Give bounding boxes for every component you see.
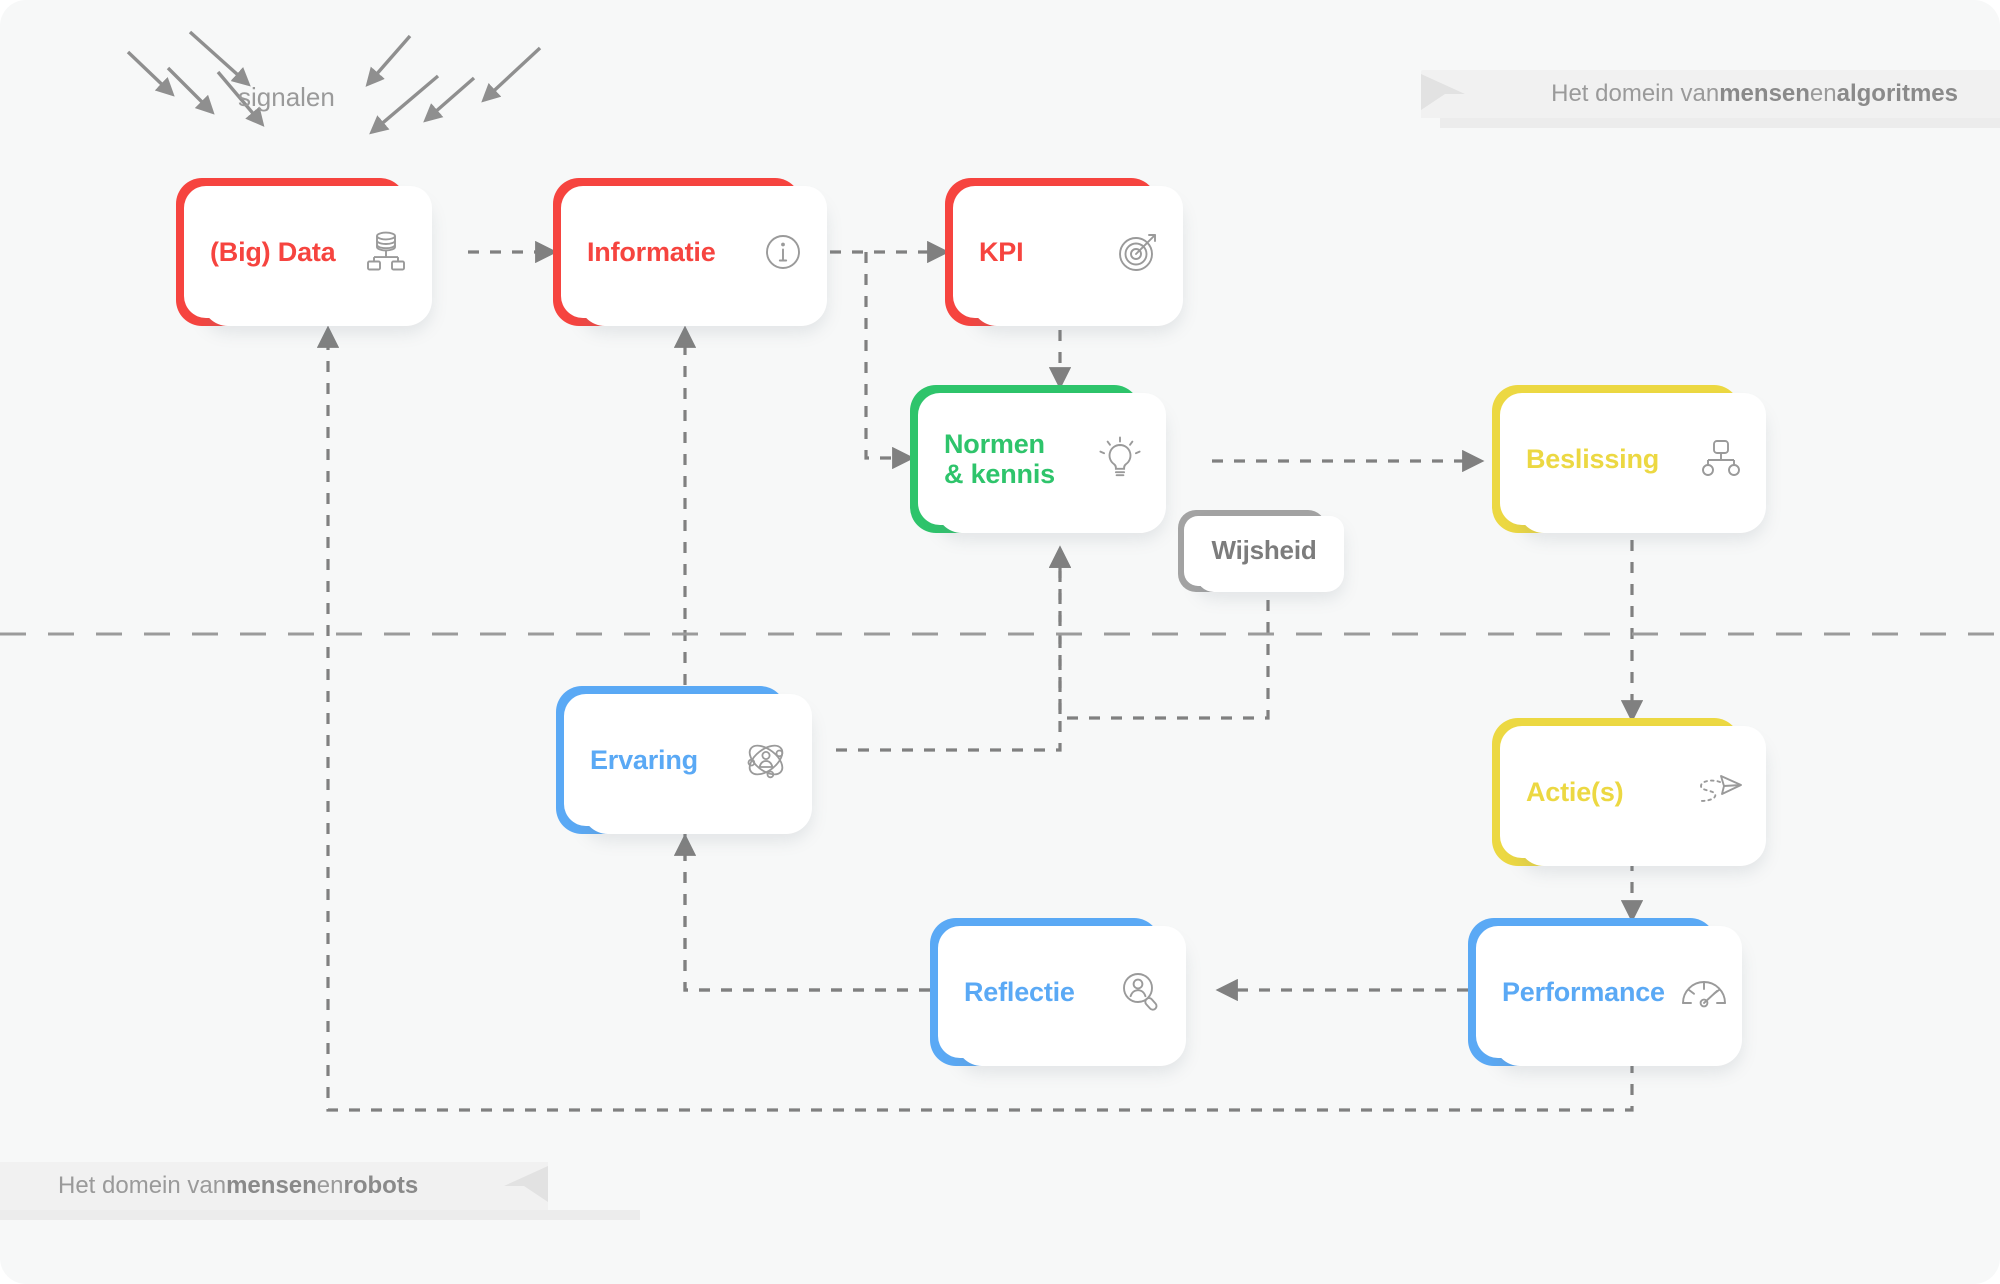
node-label-ervaring: Ervaring bbox=[590, 744, 698, 775]
ribbon-top-shadow bbox=[1440, 118, 2000, 128]
edge-ervaring-normen bbox=[836, 545, 1072, 752]
node-inner: Reflectie bbox=[938, 926, 1186, 1058]
node-inner: Normen & kennis bbox=[918, 393, 1166, 525]
gauge-icon bbox=[1679, 972, 1729, 1012]
lightbulb-icon bbox=[1096, 435, 1144, 483]
signal-arrow-3 bbox=[188, 30, 251, 87]
node-inner: Performance bbox=[1476, 926, 1742, 1058]
ribbon-chevron-right-icon bbox=[1421, 74, 1466, 110]
ribbon-bottom-bold1: mensen bbox=[226, 1172, 317, 1199]
node-label-beslissing: Beslissing bbox=[1526, 443, 1660, 474]
diagram-canvas: signalen (Big) Data Informatie KPI Norme… bbox=[0, 0, 2000, 1284]
signal-arrow-2 bbox=[166, 66, 215, 115]
node-label-performance: Performance bbox=[1502, 976, 1665, 1007]
ribbon-top-bold2: algoritmes bbox=[1836, 80, 1958, 107]
ribbon-bottom-shadow bbox=[0, 1210, 640, 1220]
node-inner: KPI bbox=[953, 186, 1183, 318]
signal-arrow-7 bbox=[423, 76, 476, 123]
ribbon-top-prefix: Het domein van bbox=[1551, 80, 1720, 107]
signal-arrow-8 bbox=[481, 46, 542, 103]
node-inner: Actie(s) bbox=[1500, 726, 1766, 858]
ribbon-bottom-bold2: robots bbox=[343, 1172, 419, 1199]
ribbon-top-bold1: mensen bbox=[1719, 80, 1810, 107]
person-magnifier-icon bbox=[1118, 969, 1164, 1015]
signal-arrow-1 bbox=[126, 50, 175, 97]
ribbon-top-domain: Het domein van mensen en algoritmes bbox=[1421, 70, 2000, 118]
node-inner: (Big) Data bbox=[184, 186, 432, 318]
ribbon-bottom-domain: Het domein van mensen en robots bbox=[0, 1162, 549, 1210]
ribbon-top-middle: en bbox=[1809, 80, 1837, 107]
target-icon bbox=[1115, 229, 1161, 275]
decision-tree-icon bbox=[1698, 436, 1744, 482]
paper-plane-path-icon bbox=[1694, 770, 1744, 814]
node-inner: Informatie bbox=[561, 186, 827, 318]
node-label-wijsheid: Wijsheid bbox=[1211, 535, 1317, 566]
node-label-informatie: Informatie bbox=[587, 236, 716, 267]
edge-rail-informatie bbox=[673, 325, 930, 992]
node-label-big-data: (Big) Data bbox=[210, 236, 336, 267]
ribbon-bottom-prefix: Het domein van bbox=[58, 1172, 227, 1199]
node-label-reflectie: Reflectie bbox=[964, 976, 1075, 1007]
signal-arrow-6 bbox=[369, 74, 440, 135]
node-label-acties: Actie(s) bbox=[1526, 776, 1624, 807]
node-label-kpi: KPI bbox=[979, 236, 1024, 267]
atom-person-icon bbox=[742, 736, 790, 784]
node-inner: Wijsheid bbox=[1184, 516, 1344, 586]
signal-arrow-5 bbox=[365, 34, 412, 87]
signalen-arrow-cluster: signalen bbox=[120, 20, 550, 140]
info-circle-icon bbox=[761, 230, 805, 274]
node-label-normen-kennis: Normen & kennis bbox=[944, 428, 1055, 489]
ribbon-chevron-left-icon bbox=[504, 1166, 549, 1202]
node-inner: Beslissing bbox=[1500, 393, 1766, 525]
edge-informatie-normen bbox=[864, 252, 915, 470]
database-hierarchy-icon bbox=[362, 228, 410, 276]
signalen-label: signalen bbox=[238, 82, 335, 112]
node-inner: Ervaring bbox=[564, 694, 812, 826]
ribbon-bottom-middle: en bbox=[316, 1172, 344, 1199]
edge-reflectie-ervaring bbox=[673, 833, 930, 992]
